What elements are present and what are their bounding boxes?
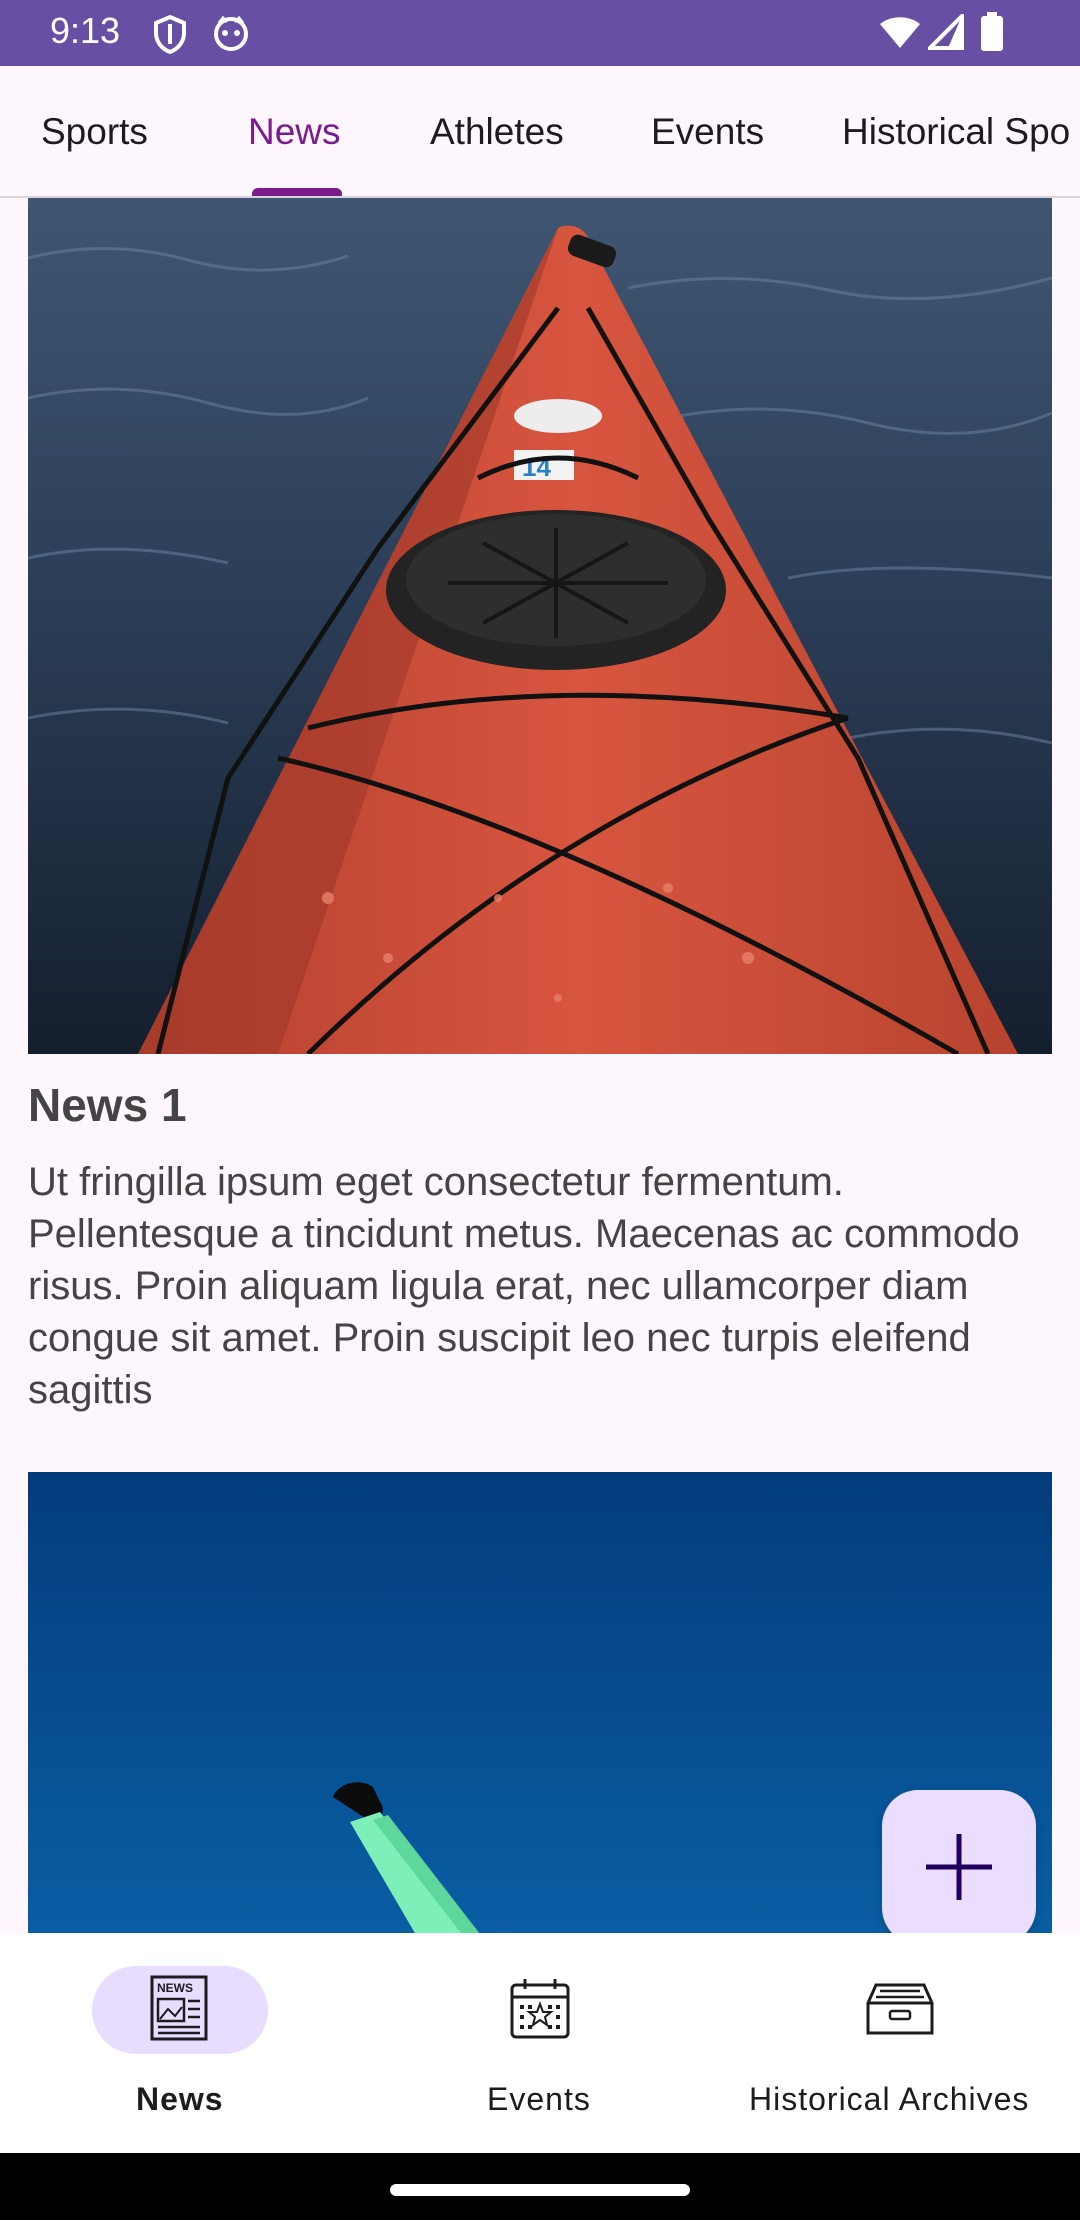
news-title: News 1	[28, 1079, 187, 1131]
tab-indicator	[252, 188, 342, 196]
app-screen: 9:13 Sports News Athletes Events Histori…	[0, 0, 1080, 2220]
news-body: Ut fringilla ipsum eget consectetur ferm…	[28, 1160, 1020, 1412]
status-time: 9:13	[50, 10, 121, 51]
battery-icon	[981, 12, 1003, 51]
calendar-star-icon	[510, 1979, 570, 2039]
shield-icon	[154, 14, 186, 54]
tab-news[interactable]: News	[248, 66, 341, 196]
archive-box-icon	[866, 1983, 934, 2035]
nav-item-news[interactable]: NEWS News	[0, 1933, 360, 2153]
tab-events[interactable]: Events	[651, 66, 764, 196]
kayak-photo: 14	[28, 198, 1052, 1054]
nav-item-events[interactable]: Events	[360, 1933, 720, 2153]
newspaper-icon: NEWS	[150, 1975, 208, 2041]
news-list[interactable]: 14 News 1 Ut fringilla ipsum eget consec…	[0, 198, 1080, 1933]
status-bar: 9:13	[0, 0, 1080, 66]
system-gesture-bar	[0, 2153, 1080, 2220]
tab-sports[interactable]: Sports	[41, 66, 148, 196]
nav-label-events: Events	[487, 2081, 591, 2117]
bottom-navigation: NEWS News Events Historical Archives	[0, 1933, 1080, 2153]
home-gesture-handle[interactable]	[390, 2184, 690, 2196]
plus-icon	[926, 1834, 992, 1900]
add-news-fab[interactable]	[882, 1790, 1036, 1944]
tab-historical-sports[interactable]: Historical Spo	[842, 66, 1070, 196]
category-tabs: Sports News Athletes Events Historical S…	[0, 66, 1080, 198]
nav-label-historical-archives: Historical Archives	[749, 2081, 1030, 2117]
news-image-kayak[interactable]: 14	[28, 198, 1052, 1054]
wifi-icon	[880, 17, 920, 48]
app-cat-icon	[214, 15, 248, 51]
nav-item-historical-archives[interactable]: Historical Archives	[720, 1933, 1080, 2153]
cell-signal-icon	[928, 14, 964, 50]
svg-text:NEWS: NEWS	[157, 1981, 193, 1995]
nav-label-news: News	[136, 2081, 224, 2117]
tab-athletes[interactable]: Athletes	[430, 66, 564, 196]
